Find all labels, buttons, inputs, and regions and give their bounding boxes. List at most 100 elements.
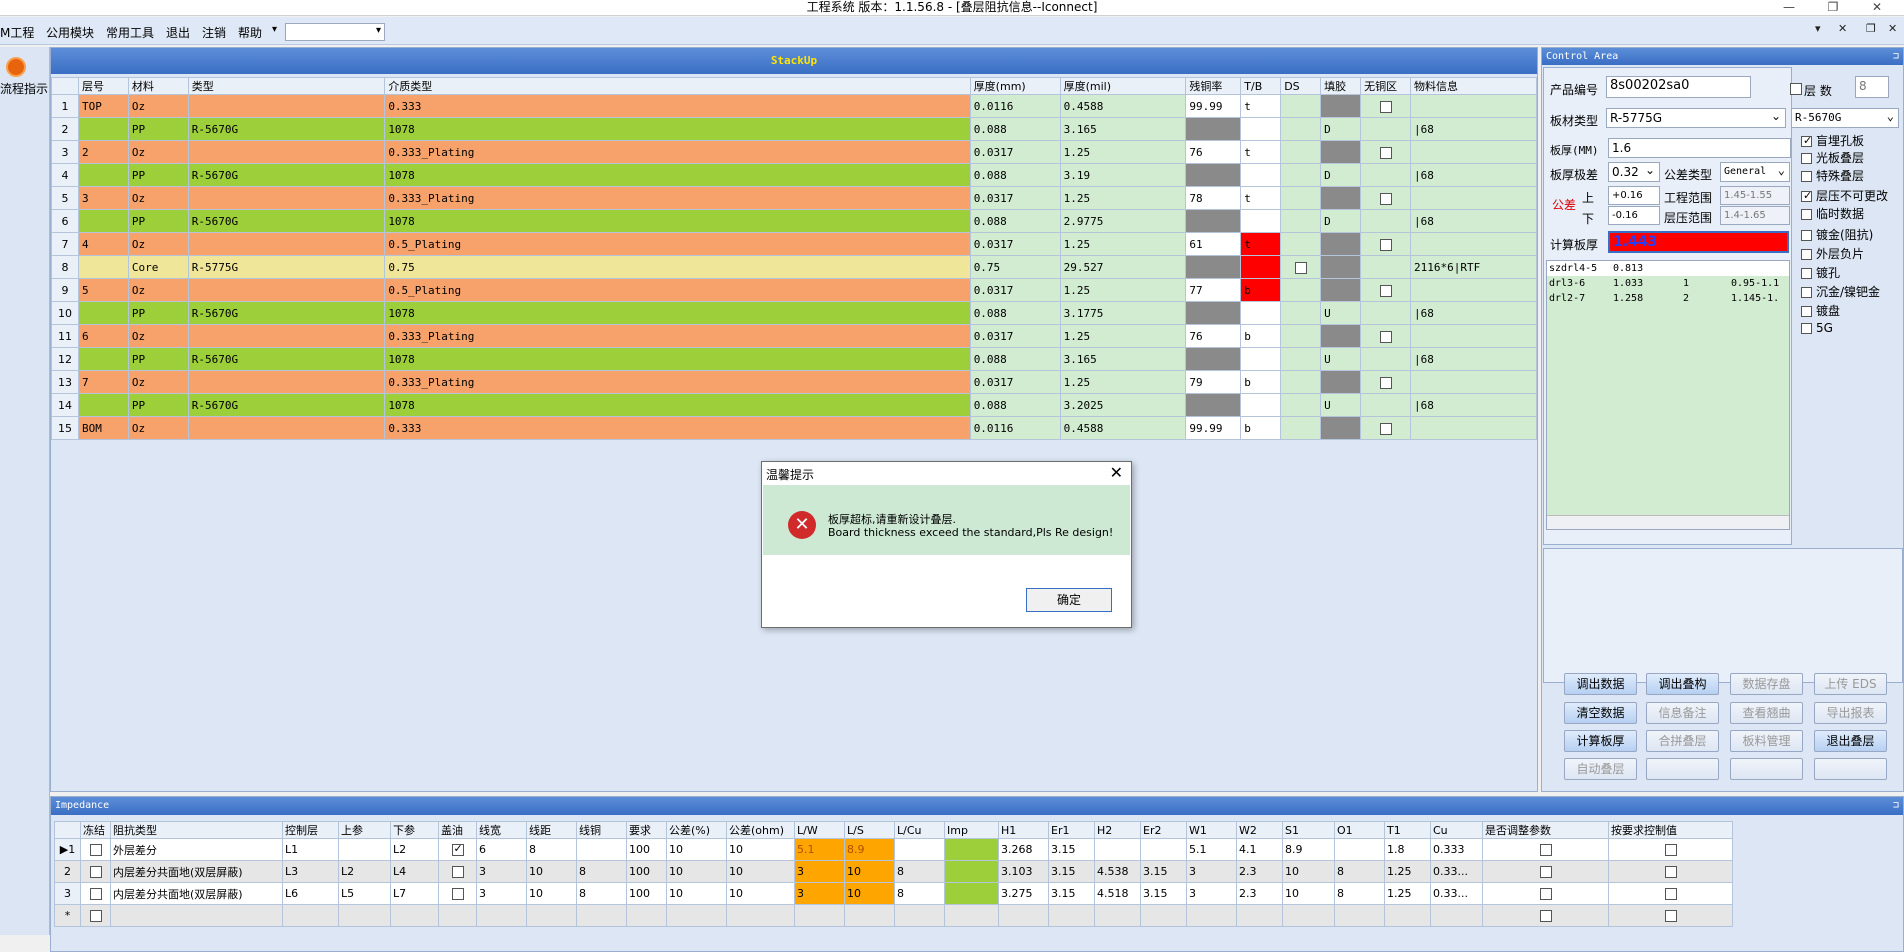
impedance-cell[interactable]: 1.25 [1384, 882, 1431, 905]
impedance-cell[interactable]: L1 [282, 838, 339, 861]
fill-cell[interactable] [1320, 278, 1362, 302]
cell-checkbox[interactable] [1664, 844, 1677, 856]
material-cell[interactable]: Oz [127, 186, 189, 210]
thickness-mil-cell[interactable]: 3.165 [1059, 117, 1187, 141]
fill-cell[interactable] [1320, 140, 1362, 164]
no-copper-cell[interactable] [1360, 232, 1412, 256]
no-copper-cell[interactable] [1360, 209, 1412, 233]
impedance-cell[interactable] [1608, 904, 1733, 927]
stackup-row[interactable]: 14 PP R-5670G 1078 0.088 3.2025 U |68 [51, 393, 1537, 417]
ds-cell[interactable] [1280, 186, 1322, 210]
ds-cell[interactable] [1280, 94, 1322, 118]
impedance-cell[interactable]: 10 [526, 882, 577, 905]
impedance-cell[interactable]: 3.103 [998, 860, 1049, 883]
thickness-mil-cell[interactable]: 0.4588 [1059, 416, 1187, 440]
impedance-cell[interactable]: 3.275 [998, 882, 1049, 905]
dielectric-cell[interactable]: 1078 [384, 117, 971, 141]
impedance-cell[interactable]: 3 [1186, 882, 1237, 905]
unchecked-icon[interactable] [1801, 306, 1812, 317]
impedance-cell[interactable]: 8 [576, 882, 627, 905]
control-button[interactable] [1814, 758, 1887, 780]
option-checkbox[interactable]: 临时数据 [1801, 205, 1864, 222]
layer-cell[interactable]: 7 [77, 370, 129, 394]
impedance-cell[interactable] [1482, 882, 1609, 905]
ds-cell[interactable] [1280, 117, 1322, 141]
menu-combo[interactable] [285, 23, 385, 41]
impedance-row[interactable]: 3 内层差分共面地(双层屏蔽) L6 L5 L7 3 10 8 100 10 10 3 10 8 3.275… [54, 882, 1733, 905]
impedance-cell[interactable]: 5.1 [1186, 838, 1237, 861]
impedance-col-header[interactable]: 按要求控制值 [1608, 821, 1733, 839]
impedance-col-header[interactable]: 公差(%) [666, 821, 727, 839]
impedance-cell[interactable]: 内层差分共面地(双层屏蔽) [110, 860, 283, 883]
impedance-cell[interactable]: 0.333 [1430, 838, 1483, 861]
checked-icon[interactable] [1801, 134, 1812, 147]
impedance-cell[interactable] [944, 904, 999, 927]
impedance-col-header[interactable]: 线铜 [576, 821, 627, 839]
impedance-cell[interactable]: 100 [626, 860, 667, 883]
no-copper-cell[interactable] [1360, 94, 1412, 118]
impedance-cell[interactable] [1384, 904, 1431, 927]
copper-rate-cell[interactable]: 78 [1185, 186, 1242, 210]
stackup-col-header[interactable]: 类型 [187, 77, 386, 95]
copper-rate-cell[interactable]: 99.99 [1185, 416, 1242, 440]
impedance-col-header[interactable]: L/W [794, 821, 845, 839]
copper-rate-cell[interactable]: 77 [1185, 278, 1242, 302]
dielectric-cell[interactable]: 0.333 [384, 416, 971, 440]
tol-type-select[interactable]: General [1720, 161, 1790, 182]
control-button[interactable]: 清空数据 [1564, 702, 1637, 724]
no-copper-cell[interactable] [1360, 301, 1412, 325]
thickness-mm-cell[interactable]: 0.0317 [969, 370, 1061, 394]
layer-cell[interactable] [77, 301, 129, 325]
cell-checkbox[interactable] [1664, 910, 1677, 922]
impedance-col-header[interactable]: L/Cu [894, 821, 945, 839]
control-button[interactable]: 查看翘曲 [1730, 702, 1803, 724]
thickness-mm-cell[interactable]: 0.0317 [969, 232, 1061, 256]
cell-checkbox[interactable] [451, 842, 464, 856]
material-cell[interactable]: Oz [127, 94, 189, 118]
thickness-mil-cell[interactable]: 1.25 [1059, 140, 1187, 164]
dielectric-cell[interactable]: 0.333_Plating [384, 186, 971, 210]
no-copper-checkbox[interactable] [1379, 376, 1392, 389]
impedance-cell[interactable] [794, 904, 845, 927]
impedance-col-header[interactable]: T1 [1384, 821, 1431, 839]
copper-rate-cell[interactable]: 76 [1185, 324, 1242, 348]
impedance-col-header[interactable]: 盖油 [438, 821, 477, 839]
impedance-cell[interactable]: 0.33... [1430, 860, 1483, 883]
no-copper-checkbox[interactable] [1379, 330, 1392, 343]
ds-cell[interactable] [1280, 301, 1322, 325]
thickness-mil-cell[interactable]: 1.25 [1059, 370, 1187, 394]
material-cell[interactable]: PP [127, 393, 189, 417]
layers-field[interactable]: 8 [1855, 76, 1889, 98]
impedance-cell[interactable]: 10 [726, 860, 795, 883]
close-button[interactable]: ✕ [1862, 0, 1892, 16]
layer-cell[interactable] [77, 163, 129, 187]
thickness-mil-cell[interactable]: 1.25 [1059, 324, 1187, 348]
thickness-mm-cell[interactable]: 0.088 [969, 163, 1061, 187]
material-info-cell[interactable]: 2116*6|RTF [1410, 255, 1537, 279]
impedance-col-header[interactable]: 公差(ohm) [726, 821, 795, 839]
impedance-cell[interactable] [726, 904, 795, 927]
no-copper-cell[interactable] [1360, 370, 1412, 394]
material-cell[interactable]: Oz [127, 232, 189, 256]
impedance-cell[interactable]: 10 [844, 882, 895, 905]
cell-checkbox[interactable] [1539, 910, 1552, 922]
thickness-mm-cell[interactable]: 0.0317 [969, 324, 1061, 348]
ds-cell[interactable] [1280, 347, 1322, 371]
impedance-col-header[interactable]: 是否调整参数 [1482, 821, 1609, 839]
layers-checkbox[interactable] [1790, 83, 1802, 95]
thickness-mm-cell[interactable]: 0.0116 [969, 94, 1061, 118]
no-copper-cell[interactable] [1360, 117, 1412, 141]
cell-checkbox[interactable] [89, 844, 102, 856]
tb-cell[interactable] [1240, 163, 1282, 187]
impedance-cell[interactable]: 8 [894, 860, 945, 883]
stackup-row[interactable]: 9 5 Oz 0.5_Plating 0.0317 1.25 77 b [51, 278, 1537, 302]
no-copper-checkbox[interactable] [1379, 146, 1392, 159]
material-cell[interactable]: PP [127, 117, 189, 141]
no-copper-cell[interactable] [1360, 255, 1412, 279]
control-button[interactable] [1730, 758, 1803, 780]
impedance-cell[interactable]: 8 [576, 860, 627, 883]
impedance-cell[interactable]: 3 [476, 882, 527, 905]
copper-rate-cell[interactable] [1185, 347, 1242, 371]
type-cell[interactable] [187, 186, 386, 210]
no-copper-cell[interactable] [1360, 140, 1412, 164]
